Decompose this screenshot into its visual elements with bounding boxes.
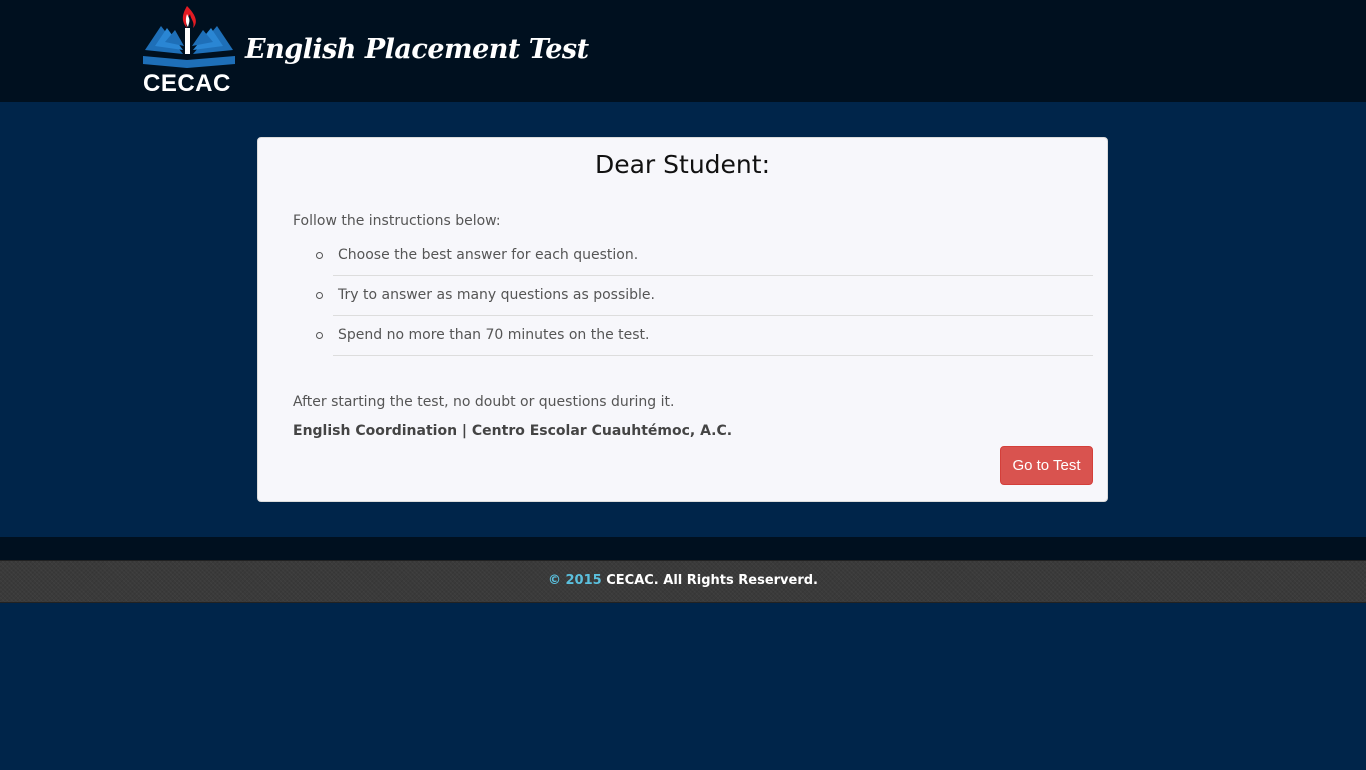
instructions-list: Choose the best answer for each question…: [316, 236, 1093, 356]
copyright-rest: CECAC. All Rights Reserverd.: [601, 573, 818, 588]
card-heading: Dear Student:: [594, 150, 770, 179]
list-item-text: Try to answer as many questions as possi…: [338, 287, 655, 303]
header: CECAC English Placement Test: [0, 0, 1366, 102]
instructions-intro: Follow the instructions below:: [293, 213, 501, 229]
list-item-text: Choose the best answer for each question…: [338, 247, 639, 263]
page-bottom: [0, 603, 1366, 770]
test-note: After starting the test, no doubt or que…: [293, 394, 675, 410]
circle-bullet-icon: [316, 292, 323, 299]
circle-bullet-icon: [316, 252, 323, 259]
instructions-card: Dear Student: Follow the instructions be…: [257, 137, 1108, 502]
list-item-text: Spend no more than 70 minutes on the tes…: [338, 327, 650, 343]
book-flame-logo-icon: [143, 6, 235, 68]
signature: English Coordination | Centro Escolar Cu…: [293, 423, 733, 439]
copyright-text: © 2015 CECAC. All Rights Reserverd.: [0, 573, 1366, 588]
circle-bullet-icon: [316, 332, 323, 339]
list-item: Try to answer as many questions as possi…: [316, 276, 1093, 316]
go-to-test-button[interactable]: Go to Test: [1000, 446, 1093, 485]
copyright-year: © 2015: [547, 573, 602, 588]
logo-text: CECAC: [143, 70, 231, 97]
footer-divider: [0, 537, 1366, 560]
list-item: Spend no more than 70 minutes on the tes…: [316, 316, 1093, 356]
cecac-logo[interactable]: CECAC: [141, 4, 237, 97]
footer: © 2015 CECAC. All Rights Reserverd.: [0, 560, 1366, 603]
list-item: Choose the best answer for each question…: [316, 236, 1093, 276]
site-title: English Placement Test: [245, 34, 589, 65]
